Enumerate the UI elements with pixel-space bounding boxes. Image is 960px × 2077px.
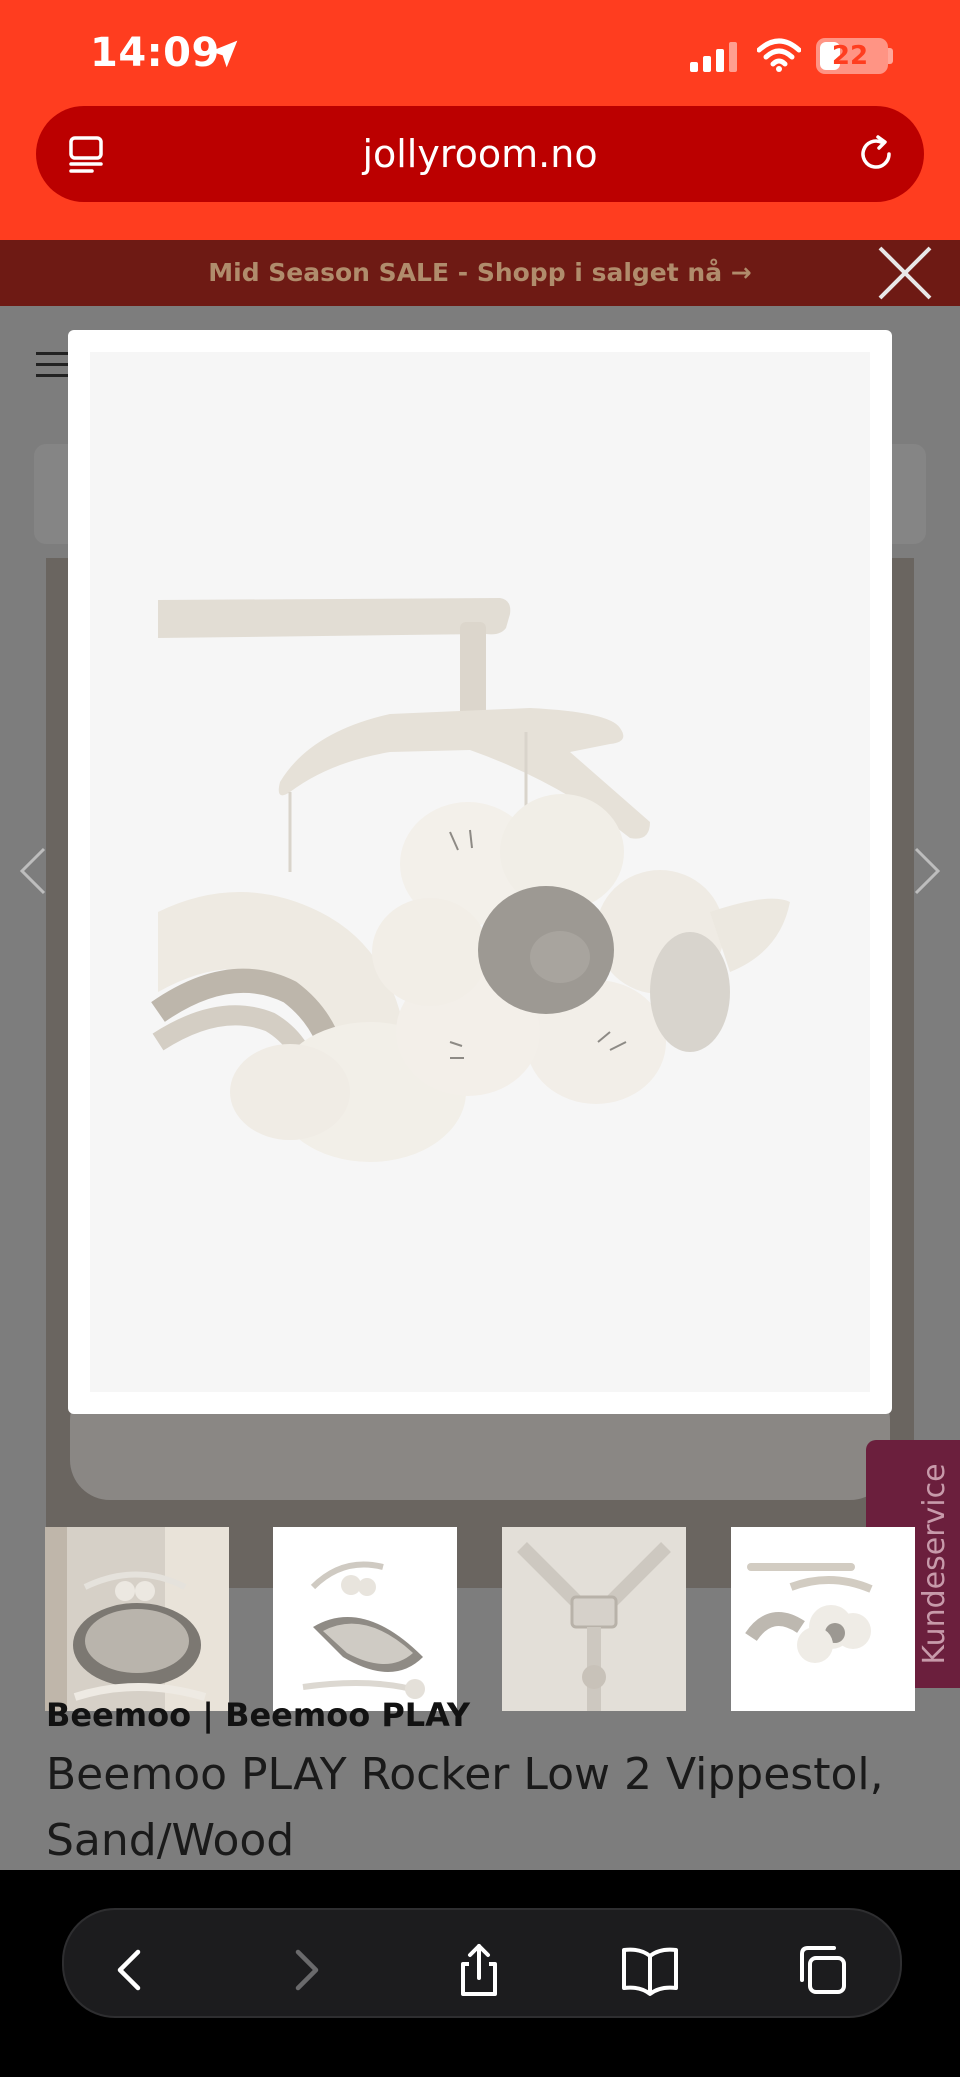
forward-icon[interactable] — [274, 1940, 334, 2000]
thumbnail-image — [502, 1527, 686, 1711]
lightbox-image[interactable] — [90, 352, 870, 1392]
thumbnail-image — [45, 1527, 229, 1711]
url-bar[interactable]: jollyroom.no — [36, 106, 924, 202]
promo-banner-text: Mid Season SALE - Shopp i salget nå → — [208, 258, 752, 287]
thumbnail-image — [273, 1527, 457, 1711]
thumbnail-rocker-side-view[interactable] — [273, 1527, 457, 1711]
thumbnail-image — [731, 1527, 915, 1711]
chevron-left-icon[interactable] — [16, 845, 50, 897]
reload-icon[interactable] — [854, 132, 898, 176]
battery-indicator: 22 — [816, 38, 888, 74]
toolbar-pill — [62, 1908, 902, 2018]
battery-text: 22 — [831, 41, 869, 71]
bottom-toolbar — [0, 1870, 960, 2077]
wifi-icon — [757, 38, 801, 72]
thumbnail-rocker-in-room[interactable] — [45, 1527, 229, 1711]
image-lightbox-modal — [68, 330, 892, 1414]
chevron-right-icon[interactable] — [910, 845, 944, 897]
cellular-signal-icon — [690, 42, 737, 72]
thumbnail-toy-bar-detail[interactable] — [731, 1527, 915, 1711]
top-chrome: 14:09 22 jollyroom.no — [0, 0, 960, 240]
url-text: jollyroom.no — [362, 132, 598, 176]
thumbnail-harness-detail[interactable] — [502, 1527, 686, 1711]
location-arrow-icon — [210, 40, 238, 68]
menu-icon[interactable] — [36, 352, 70, 378]
status-time: 14:09 — [90, 30, 220, 76]
bookmarks-icon[interactable] — [620, 1940, 680, 2000]
tabs-icon[interactable] — [792, 1940, 852, 2000]
product-title: Beemoo PLAY Rocker Low 2 Vippestol, Sand… — [46, 1749, 884, 1866]
promo-banner[interactable]: Mid Season SALE - Shopp i salget nå → — [0, 240, 960, 306]
product-brand[interactable]: Beemoo | Beemoo PLAY — [46, 1696, 470, 1734]
battery-tip — [888, 48, 893, 64]
share-icon[interactable] — [449, 1940, 509, 2000]
back-icon[interactable] — [102, 1940, 162, 2000]
toy-bar-image — [90, 352, 870, 1392]
close-icon[interactable] — [872, 240, 938, 306]
